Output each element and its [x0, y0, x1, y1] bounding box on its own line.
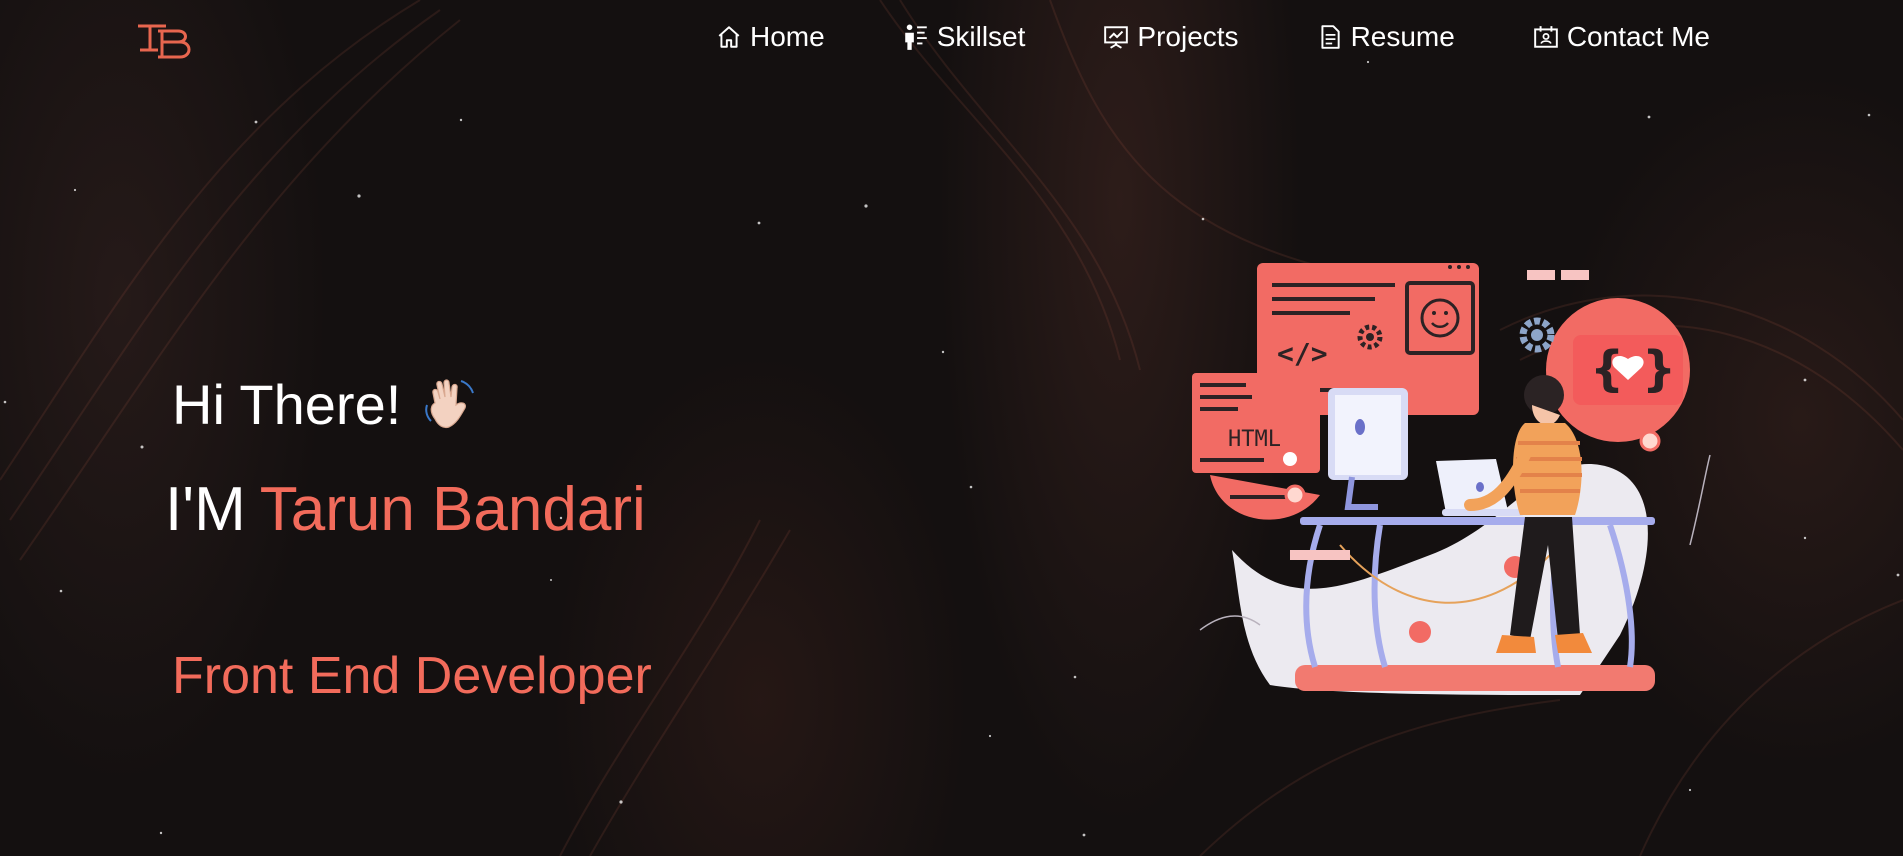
tb-logo[interactable] [136, 22, 194, 62]
nav-contact[interactable]: Contact Me [1533, 18, 1710, 56]
nav-skillset[interactable]: Skillset [903, 18, 1026, 56]
code-symbol: </> [1277, 337, 1328, 370]
intro-prefix: I'M [165, 475, 246, 544]
nav-projects-label: Projects [1137, 21, 1239, 52]
nav-resume[interactable]: Resume [1317, 18, 1455, 56]
hero-name: Tarun Bandari [259, 475, 646, 544]
nav-contact-label: Contact Me [1566, 21, 1710, 52]
contact-icon [1534, 26, 1558, 48]
hero-role: Front End Developer [172, 647, 652, 705]
nav-home-label: Home [750, 21, 825, 52]
nav-skillset-label: Skillset [936, 21, 1026, 52]
hero-greeting: Hi There! [172, 372, 483, 437]
skillset-icon [904, 24, 927, 50]
svg-text:}: } [1642, 341, 1676, 397]
nav-projects[interactable]: Projects [1103, 18, 1239, 56]
projects-icon [1104, 26, 1129, 49]
nav-resume-label: Resume [1350, 21, 1455, 52]
resume-icon [1321, 25, 1340, 49]
greeting-text: Hi There! [172, 373, 402, 436]
developer-illustration: </> HTML { } [1192, 263, 1711, 695]
hero-intro: I'M Tarun Bandari [165, 474, 646, 545]
waving-hand-icon [425, 378, 475, 428]
html-tag: HTML [1228, 427, 1281, 452]
page: Home Skillset Projects Resume Contact Me… [0, 0, 1903, 856]
main-nav: Home Skillset Projects Resume Contact Me [716, 18, 1710, 56]
nav-home[interactable]: Home [716, 18, 825, 56]
home-icon [718, 26, 740, 48]
